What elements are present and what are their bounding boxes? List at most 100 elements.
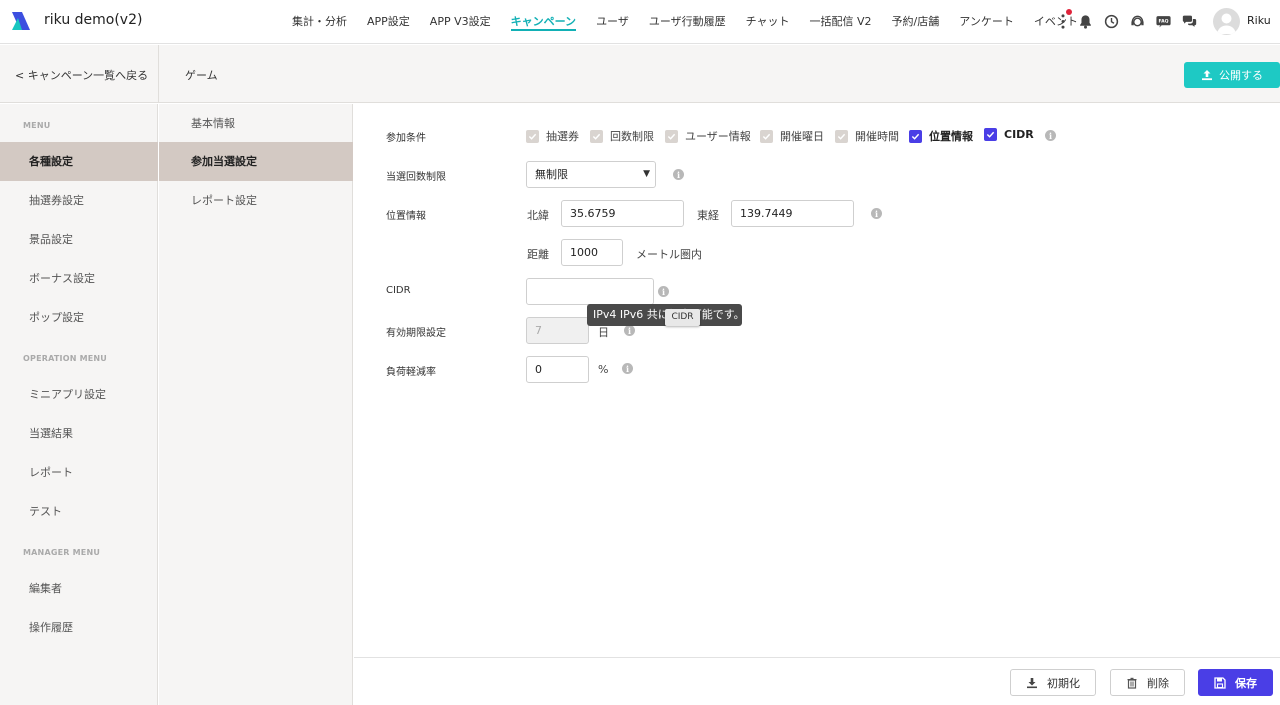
clock-icon[interactable] xyxy=(1101,11,1121,31)
condition-count-limit-checkbox[interactable]: 回数制限 xyxy=(590,128,654,144)
manager-section-title: MANAGER MENU xyxy=(23,548,101,557)
sub-item-report-settings[interactable]: レポート設定 xyxy=(159,181,353,220)
app-title: riku demo(v2) xyxy=(44,12,143,28)
nav-bulk-delivery[interactable]: 一括配信 V2 xyxy=(810,0,872,44)
conditions-label: 参加条件 xyxy=(386,133,426,144)
nav-reservation-store[interactable]: 予約/店舗 xyxy=(892,0,940,44)
condition-label: 回数制限 xyxy=(610,130,654,143)
delete-label: 削除 xyxy=(1147,676,1169,690)
sidebar-item-bonus[interactable]: ボーナス設定 xyxy=(0,259,158,298)
location-info-icon[interactable]: i xyxy=(871,208,882,219)
reset-button[interactable]: 初期化 xyxy=(1010,669,1096,696)
load-reduction-input[interactable]: 0 xyxy=(526,356,589,383)
condition-user-info-checkbox[interactable]: ユーザー情報 xyxy=(665,128,751,144)
header-icons: FAQ xyxy=(1057,9,1205,31)
expiry-unit: 日 xyxy=(598,326,609,339)
nav-campaign[interactable]: キャンペーン xyxy=(510,0,577,44)
expiry-info-icon[interactable]: i xyxy=(624,325,635,336)
nav-app-v3-settings[interactable]: APP V3設定 xyxy=(430,0,491,44)
condition-cidr-checkbox[interactable]: CIDR xyxy=(984,128,1034,141)
sidebar-item-pop[interactable]: ポップ設定 xyxy=(0,298,158,337)
trash-icon xyxy=(1127,677,1137,689)
sidebar-item-results[interactable]: 当選結果 xyxy=(0,414,158,453)
sidebar-item-test[interactable]: テスト xyxy=(0,492,158,531)
checkbox-disabled-checked xyxy=(665,129,678,143)
save-label: 保存 xyxy=(1235,676,1257,690)
cidr-label: CIDR xyxy=(386,285,411,296)
nav-survey[interactable]: アンケート xyxy=(959,0,1014,44)
faq-icon-label: FAQ xyxy=(1158,18,1168,24)
download-icon xyxy=(1027,677,1037,688)
expiry-label: 有効期限設定 xyxy=(386,328,446,339)
condition-label: CIDR xyxy=(1004,128,1034,141)
distance-unit: メートル圏内 xyxy=(636,248,702,261)
condition-label: ユーザー情報 xyxy=(685,130,751,143)
bell-icon[interactable] xyxy=(1075,11,1095,31)
upload-icon xyxy=(1202,70,1212,81)
nav-users[interactable]: ユーザ xyxy=(596,0,629,44)
sub-item-basic-info[interactable]: 基本情報 xyxy=(159,104,353,143)
app-logo xyxy=(12,12,30,30)
win-limit-label: 当選回数制限 xyxy=(386,172,446,183)
condition-lottery-checkbox[interactable]: 抽選券 xyxy=(526,128,579,144)
condition-weekday-checkbox[interactable]: 開催曜日 xyxy=(760,128,824,144)
longitude-label: 東経 xyxy=(697,209,719,222)
distance-input[interactable]: 1000 xyxy=(561,239,623,266)
dropdown-arrow-icon: ▼ xyxy=(643,169,650,179)
campaign-type-label: ゲーム xyxy=(185,69,218,82)
conditions-info-icon[interactable]: i xyxy=(1045,130,1056,141)
condition-label: 開催曜日 xyxy=(780,130,824,143)
sidebar-item-prizes[interactable]: 景品設定 xyxy=(0,220,158,259)
checkbox-checked xyxy=(984,128,997,141)
win-limit-value: 無制限 xyxy=(535,168,568,181)
settings-sub-sidebar: 基本情報 参加当選設定 レポート設定 xyxy=(159,104,353,705)
latitude-label: 北緯 xyxy=(527,209,549,222)
checkbox-disabled-checked xyxy=(590,129,603,143)
user-avatar[interactable] xyxy=(1213,8,1240,35)
sub-item-participation-winning[interactable]: 参加当選設定 xyxy=(159,142,353,181)
sidebar-item-history[interactable]: 操作履歴 xyxy=(0,608,158,647)
main-form: 参加条件 抽選券 回数制限 ユーザー情報 開催曜日 開催時間 位置情報 CIDR… xyxy=(354,104,1280,657)
win-limit-info-icon[interactable]: i xyxy=(673,169,684,180)
back-to-campaigns-link[interactable]: < キャンペーン一覧へ戻る xyxy=(15,67,148,83)
save-button[interactable]: 保存 xyxy=(1198,669,1273,696)
user-name[interactable]: Riku xyxy=(1247,14,1271,27)
longitude-input[interactable]: 139.7449 xyxy=(731,200,854,227)
checkbox-checked xyxy=(909,129,922,143)
sidebar-item-editors[interactable]: 編集者 xyxy=(0,569,158,608)
form-footer: 初期化 削除 保存 xyxy=(354,657,1280,705)
condition-location-checkbox[interactable]: 位置情報 xyxy=(909,128,973,144)
cidr-info-icon[interactable]: i xyxy=(658,286,669,297)
nav-analytics[interactable]: 集計・分析 xyxy=(292,0,347,44)
condition-label: 位置情報 xyxy=(929,130,973,143)
latitude-input[interactable]: 35.6759 xyxy=(561,200,684,227)
load-reduction-info-icon[interactable]: i xyxy=(622,363,633,374)
expiry-input[interactable]: 7 xyxy=(526,317,589,344)
load-reduction-unit: % xyxy=(598,363,609,376)
checkbox-disabled-checked xyxy=(760,129,773,143)
publish-label: 公開する xyxy=(1219,69,1263,82)
nav-chat[interactable]: チャット xyxy=(746,0,790,44)
location-label: 位置情報 xyxy=(386,211,426,222)
sub-header: < キャンペーン一覧へ戻る ゲーム 公開する xyxy=(0,45,1280,103)
save-disk-icon xyxy=(1214,676,1226,689)
cidr-mini-tooltip: CIDR xyxy=(665,309,700,326)
cidr-input[interactable] xyxy=(526,278,654,305)
support-headset-icon[interactable] xyxy=(1127,11,1147,31)
delete-button[interactable]: 削除 xyxy=(1110,669,1185,696)
more-menu-icon[interactable] xyxy=(1057,9,1072,31)
sidebar-item-settings[interactable]: 各種設定 xyxy=(0,142,158,181)
faq-icon[interactable]: FAQ xyxy=(1153,11,1173,31)
nav-user-activity[interactable]: ユーザ行動履歴 xyxy=(649,0,726,44)
divider xyxy=(158,45,159,103)
publish-button[interactable]: 公開する xyxy=(1184,62,1280,88)
condition-time-checkbox[interactable]: 開催時間 xyxy=(835,128,899,144)
operation-section-title: OPERATION MENU xyxy=(23,354,107,363)
chat-bubbles-icon[interactable] xyxy=(1179,11,1199,31)
sidebar-item-mini-app[interactable]: ミニアプリ設定 xyxy=(0,375,158,414)
win-limit-select[interactable]: 無制限 ▼ xyxy=(526,161,656,188)
sidebar-item-lottery-ticket[interactable]: 抽選券設定 xyxy=(0,181,158,220)
nav-app-settings[interactable]: APP設定 xyxy=(367,0,410,44)
sidebar-item-report[interactable]: レポート xyxy=(0,453,158,492)
distance-label: 距離 xyxy=(527,248,549,261)
